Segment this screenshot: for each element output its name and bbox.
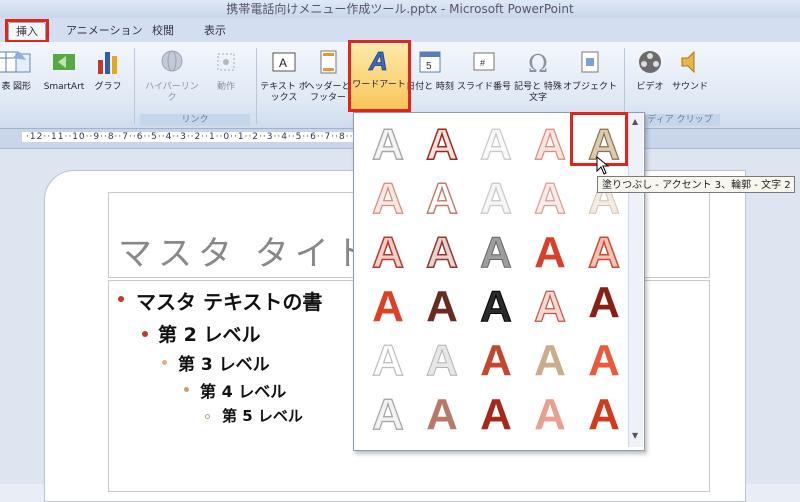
bullet-text-level-4: 第 4 レベル: [200, 382, 287, 401]
wordart-style-22[interactable]: A: [418, 336, 466, 385]
wordart-style-12[interactable]: A: [418, 228, 466, 278]
wordart-style-6[interactable]: A: [364, 174, 412, 223]
title-bar: 携帯電話向けメニュー作成ツール.pptx - Microsoft PowerPo…: [0, 0, 800, 18]
bullet-level-5: [205, 414, 210, 419]
wordart-style-23[interactable]: A: [472, 337, 520, 385]
wordart-style-16[interactable]: A: [364, 283, 412, 331]
wordart-style-24[interactable]: A: [526, 337, 574, 385]
gallery-scrollbar[interactable]: ▲ ▼: [628, 113, 643, 447]
group-label-links: リンク: [140, 114, 250, 126]
bullet-level-4: [184, 387, 189, 392]
wordart-style-1[interactable]: A: [364, 120, 412, 169]
object-button[interactable]: オブジェクト: [563, 46, 617, 110]
wordart-style-2[interactable]: A: [418, 120, 466, 170]
mouse-cursor-icon: [596, 156, 610, 175]
wordart-style-9[interactable]: A: [526, 174, 574, 223]
action-button[interactable]: 動作: [204, 46, 248, 110]
bullet-text-level-2: 第 2 レベル: [158, 324, 261, 346]
scroll-up-icon[interactable]: ▲: [632, 117, 638, 126]
symbol-button[interactable]: Ω 記号と 特殊文字: [514, 46, 562, 110]
calendar-icon: 5: [416, 48, 444, 76]
window-title: 携帯電話向けメニュー作成ツール.pptx - Microsoft PowerPo…: [226, 2, 574, 16]
film-reel-icon: [636, 48, 664, 76]
smartart-button[interactable]: SmartArt: [42, 46, 86, 110]
bullet-text-level-1: マスタ テキストの書: [136, 290, 323, 314]
wordart-style-20[interactable]: A: [580, 279, 628, 327]
wordart-style-8[interactable]: A: [472, 174, 520, 223]
wordart-style-7[interactable]: A: [418, 174, 466, 223]
svg-text:Ω: Ω: [528, 50, 548, 76]
wordart-button-highlight: [348, 40, 411, 112]
video-button[interactable]: ビデオ: [628, 46, 672, 110]
speaker-icon: [676, 48, 704, 76]
omega-icon: Ω: [524, 48, 552, 78]
svg-text:A: A: [279, 56, 287, 70]
wordart-style-11[interactable]: A: [364, 228, 412, 278]
wordart-style-14[interactable]: A: [526, 229, 574, 277]
scroll-down-icon[interactable]: ▼: [632, 431, 638, 440]
wordart-style-4[interactable]: A: [526, 120, 574, 169]
wordart-style-18[interactable]: A: [472, 282, 520, 331]
wordart-style-27[interactable]: A: [418, 391, 466, 439]
chart-icon: [94, 48, 122, 76]
globe-icon: [158, 48, 186, 76]
object-icon: [576, 48, 604, 76]
wordart-style-29[interactable]: A: [526, 391, 574, 439]
textbox-icon: A: [270, 48, 298, 76]
group-label-media: ディア クリップ: [640, 114, 720, 126]
wordart-style-28[interactable]: A: [472, 391, 520, 439]
ribbon-separator: [134, 48, 135, 124]
style-tooltip: 塗りつぶし - アクセント 3、輪郭 - 文字 2: [597, 176, 795, 193]
datetime-button[interactable]: 5 日付と 時刻: [406, 46, 454, 110]
slide-number-button[interactable]: # スライド番号: [457, 46, 511, 110]
wordart-style-19[interactable]: A: [526, 282, 574, 331]
bullet-text-level-3: 第 3 レベル: [178, 355, 270, 375]
header-footer-button[interactable]: ヘッダーと フッター: [305, 46, 351, 110]
bullet-level-2: [142, 331, 148, 337]
wordart-style-30[interactable]: A: [580, 391, 628, 439]
header-footer-icon: [314, 48, 342, 76]
bullet-text-level-5: 第 5 レベル: [222, 407, 303, 425]
bullet-level-3: [162, 360, 167, 365]
insert-tab-highlight: [5, 19, 49, 43]
picture-icon: [8, 48, 36, 76]
action-icon: [212, 48, 240, 76]
sound-button[interactable]: サウンド: [668, 46, 712, 110]
wordart-style-17[interactable]: A: [418, 283, 466, 331]
wordart-style-21[interactable]: A: [364, 336, 412, 385]
slide-number-icon: #: [470, 48, 498, 76]
bullet-level-1: [118, 296, 124, 302]
smartart-icon: [50, 48, 78, 76]
tab-view[interactable]: 表示: [204, 22, 226, 40]
wordart-style-13[interactable]: A: [472, 228, 520, 277]
chart-button[interactable]: グラフ: [86, 46, 130, 110]
svg-text:#: #: [480, 58, 485, 68]
tab-review[interactable]: 校閲: [152, 22, 174, 40]
wordart-style-26[interactable]: A: [364, 390, 412, 439]
wordart-style-15[interactable]: A: [580, 228, 628, 278]
hyperlink-button[interactable]: ハイパーリンク: [145, 46, 199, 110]
wordart-style-25[interactable]: A: [580, 337, 628, 385]
tab-animation[interactable]: アニメーション: [66, 22, 143, 40]
shapes-button[interactable]: 図形: [0, 46, 44, 110]
svg-text:5: 5: [426, 61, 432, 72]
wordart-style-3[interactable]: A: [472, 120, 520, 169]
